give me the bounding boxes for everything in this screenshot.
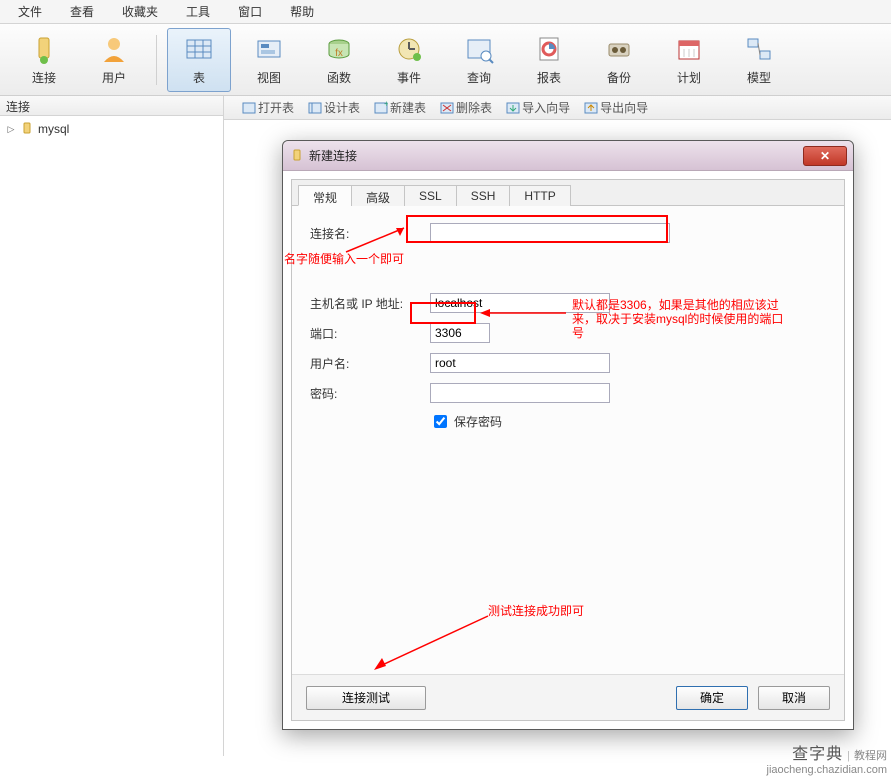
menu-bar: 文件 查看 收藏夹 工具 窗口 帮助 [0, 0, 891, 24]
view-icon [253, 33, 285, 65]
tree-item-mysql[interactable]: ▷ mysql [6, 120, 217, 138]
dialog-title: 新建连接 [305, 147, 803, 164]
expand-icon[interactable]: ▷ [6, 124, 16, 134]
import-wizard-button[interactable]: 导入向导 [500, 97, 576, 118]
schedule-label: 计划 [677, 69, 701, 86]
arrow-to-test [372, 614, 492, 674]
form-area: 连接名: 主机名或 IP 地址: 端口: 用户名: 密码: 保存密码 [292, 206, 844, 674]
design-table-button[interactable]: 设计表 [302, 97, 366, 118]
port-input[interactable] [430, 323, 490, 343]
conn-name-input[interactable] [430, 223, 670, 243]
main-toolbar: 连接 用户 表 视图 fx 函数 事件 查询 报表 备份 计划 模型 [0, 24, 891, 96]
menu-help[interactable]: 帮助 [276, 1, 328, 22]
tab-ssh[interactable]: SSH [456, 185, 511, 206]
plug-small-icon [20, 122, 34, 136]
watermark: 查字典|教程网 jiaocheng.chazidian.com [767, 740, 887, 776]
test-connection-button[interactable]: 连接测试 [306, 686, 426, 710]
report-button[interactable]: 报表 [517, 28, 581, 92]
view-button[interactable]: 视图 [237, 28, 301, 92]
new-table-button[interactable]: +新建表 [368, 97, 432, 118]
model-button[interactable]: 模型 [727, 28, 791, 92]
query-button[interactable]: 查询 [447, 28, 511, 92]
port-label: 端口: [310, 325, 430, 342]
menu-view[interactable]: 查看 [56, 1, 108, 22]
event-button[interactable]: 事件 [377, 28, 441, 92]
user-label: 用户 [102, 69, 126, 86]
svg-text:fx: fx [335, 48, 343, 59]
view-label: 视图 [257, 69, 281, 86]
connect-label: 连接 [32, 69, 56, 86]
delete-table-button[interactable]: 删除表 [434, 97, 498, 118]
connection-tree: ▷ mysql [0, 116, 223, 142]
menu-file[interactable]: 文件 [4, 1, 56, 22]
user-input[interactable] [430, 353, 610, 373]
connect-button[interactable]: 连接 [12, 28, 76, 92]
pass-input[interactable] [430, 383, 610, 403]
query-icon [463, 33, 495, 65]
watermark-url: jiaocheng.chazidian.com [767, 764, 887, 776]
tab-http[interactable]: HTTP [509, 185, 570, 206]
dialog-body: 常规 高级 SSL SSH HTTP 连接名: 主机名或 IP 地址: 端口: … [291, 179, 845, 721]
dialog-titlebar[interactable]: 新建连接 ✕ [283, 141, 853, 171]
event-icon [393, 33, 425, 65]
tree-item-label: mysql [38, 122, 69, 136]
backup-button[interactable]: 备份 [587, 28, 651, 92]
menu-tools[interactable]: 工具 [172, 1, 224, 22]
function-button[interactable]: fx 函数 [307, 28, 371, 92]
table-icon [183, 33, 215, 65]
model-label: 模型 [747, 69, 771, 86]
close-button[interactable]: ✕ [803, 146, 847, 166]
sidebar: 连接 ▷ mysql [0, 96, 224, 756]
report-icon [533, 33, 565, 65]
sidebar-title: 连接 [0, 96, 223, 116]
table-button[interactable]: 表 [167, 28, 231, 92]
user-label: 用户名: [310, 355, 430, 372]
table-label: 表 [193, 69, 205, 86]
dialog-footer: 连接测试 确定 取消 [292, 674, 844, 720]
close-icon: ✕ [820, 149, 830, 163]
tab-advanced[interactable]: 高级 [351, 185, 405, 206]
save-pass-label: 保存密码 [454, 413, 502, 430]
annotation-name: 名字随便输入一个即可 [284, 252, 404, 266]
backup-icon [603, 33, 635, 65]
function-label: 函数 [327, 69, 351, 86]
menu-window[interactable]: 窗口 [224, 1, 276, 22]
tab-general[interactable]: 常规 [298, 185, 352, 206]
annotation-port: 默认都是3306，如果是其他的相应该过来，取决于安装mysql的时候使用的端口号 [572, 298, 792, 340]
plug-icon [28, 33, 60, 65]
watermark-sub: 教程网 [854, 750, 887, 762]
watermark-brand: 查字典 [792, 746, 843, 763]
host-label: 主机名或 IP 地址: [310, 295, 430, 312]
dialog-tabs: 常规 高级 SSL SSH HTTP [292, 180, 844, 206]
ok-button[interactable]: 确定 [676, 686, 748, 710]
cancel-button[interactable]: 取消 [758, 686, 830, 710]
open-table-button[interactable]: 打开表 [236, 97, 300, 118]
sub-toolbar: 打开表 设计表 +新建表 删除表 导入向导 导出向导 [224, 96, 891, 120]
plug-small-icon [289, 148, 305, 164]
backup-label: 备份 [607, 69, 631, 86]
schedule-icon [673, 33, 705, 65]
new-connection-dialog: 新建连接 ✕ 常规 高级 SSL SSH HTTP 连接名: 主机名或 IP 地… [282, 140, 854, 730]
tab-ssl[interactable]: SSL [404, 185, 457, 206]
model-icon [743, 33, 775, 65]
schedule-button[interactable]: 计划 [657, 28, 721, 92]
export-wizard-button[interactable]: 导出向导 [578, 97, 654, 118]
user-icon [98, 33, 130, 65]
user-button[interactable]: 用户 [82, 28, 146, 92]
annotation-test: 测试连接成功即可 [488, 604, 584, 618]
arrow-to-name [346, 224, 416, 254]
function-icon: fx [323, 33, 355, 65]
arrow-to-port [480, 306, 570, 320]
toolbar-separator [156, 35, 157, 85]
save-pass-checkbox[interactable] [434, 415, 447, 428]
pass-label: 密码: [310, 385, 430, 402]
query-label: 查询 [467, 69, 491, 86]
report-label: 报表 [537, 69, 561, 86]
menu-favorites[interactable]: 收藏夹 [108, 1, 172, 22]
svg-text:+: + [384, 101, 388, 109]
event-label: 事件 [397, 69, 421, 86]
